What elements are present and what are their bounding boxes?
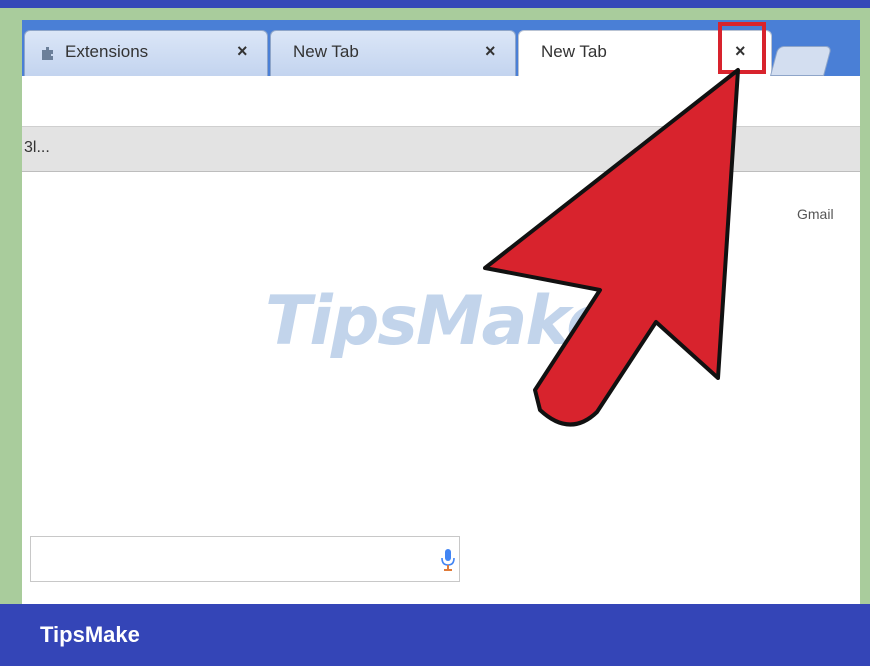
watermark: TipsMake — [265, 282, 612, 361]
microphone-icon[interactable] — [441, 549, 455, 571]
tab-close-button[interactable]: × — [237, 41, 248, 62]
bookmark-item[interactable]: 3l... — [24, 139, 50, 157]
puzzle-piece-icon — [42, 47, 53, 60]
tab-extensions[interactable]: Extensions × — [24, 30, 268, 76]
tab-label: New Tab — [541, 42, 607, 61]
footer-brand: TipsMake — [40, 622, 140, 647]
close-button-highlight — [718, 22, 766, 74]
footer-bar: TipsMake — [0, 604, 870, 666]
bookmarks-bar: 3l... — [22, 126, 860, 172]
tab-label: Extensions — [65, 42, 149, 61]
tab-close-button[interactable]: × — [485, 41, 496, 62]
new-tab-button[interactable] — [769, 46, 833, 76]
tab-label: New Tab — [293, 42, 359, 61]
tab-new-tab-1[interactable]: New Tab × — [270, 30, 516, 76]
gmail-link[interactable]: Gmail — [797, 206, 834, 222]
new-tab-page: Gmail — [22, 172, 860, 604]
tab-strip: Extensions × New Tab × New Tab × — [22, 20, 860, 76]
top-border — [0, 0, 870, 8]
toolbar — [22, 76, 860, 127]
search-input[interactable] — [30, 536, 460, 582]
